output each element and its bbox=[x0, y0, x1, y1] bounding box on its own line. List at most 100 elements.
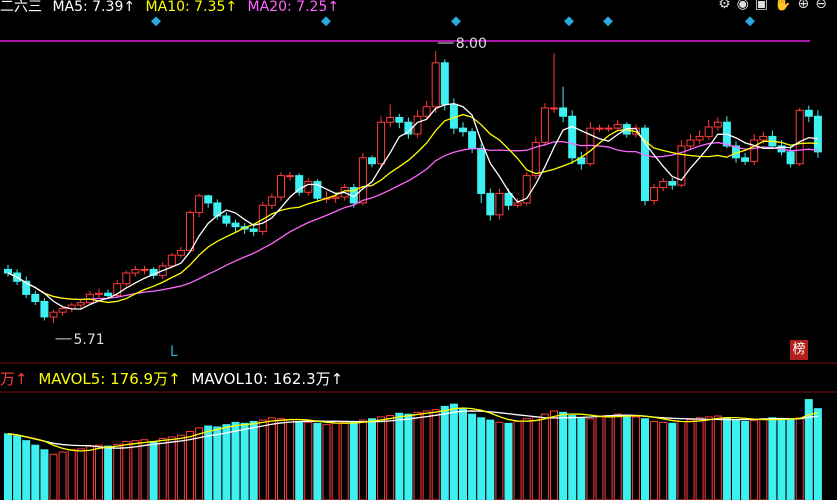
candle-body bbox=[358, 157, 367, 204]
volume-bar bbox=[631, 416, 640, 500]
ranking-badge[interactable]: 榜 bbox=[790, 340, 808, 360]
volume-bar bbox=[149, 441, 158, 500]
candle-body bbox=[431, 62, 440, 108]
volume-bar bbox=[377, 416, 386, 500]
event-diamond-icon bbox=[603, 16, 613, 27]
volume-bar bbox=[704, 416, 713, 500]
candle-body bbox=[377, 121, 386, 165]
volume-label: 万↑ bbox=[0, 370, 28, 388]
candle-body bbox=[368, 157, 376, 165]
volume-bar bbox=[85, 445, 94, 500]
candle-body bbox=[741, 157, 750, 162]
volume-bar bbox=[568, 415, 577, 500]
volume-bar bbox=[313, 422, 322, 500]
volume-bar bbox=[659, 421, 668, 500]
volume-bar bbox=[358, 419, 367, 500]
volume-bar bbox=[495, 421, 504, 500]
volume-bar bbox=[668, 422, 677, 500]
volume-bar bbox=[240, 422, 249, 500]
volume-bar bbox=[813, 408, 822, 500]
volume-bar bbox=[750, 420, 759, 500]
volume-bar bbox=[468, 413, 477, 500]
volume-bar bbox=[131, 440, 140, 500]
volume-bar bbox=[40, 449, 49, 500]
volume-bar bbox=[13, 435, 22, 500]
volume-bar bbox=[22, 440, 31, 500]
candle-body bbox=[167, 254, 176, 267]
event-diamond-icon bbox=[564, 16, 574, 27]
volume-bar bbox=[604, 415, 613, 500]
volume-bar bbox=[331, 422, 340, 500]
candle-body bbox=[604, 127, 613, 130]
volume-bar bbox=[340, 421, 349, 500]
volume-bar bbox=[395, 412, 404, 500]
volume-bar bbox=[304, 421, 313, 500]
candle-body bbox=[231, 222, 240, 228]
candle-body bbox=[422, 106, 431, 117]
ma5-label: MA5: 7.39↑ bbox=[52, 0, 136, 15]
candle-body bbox=[704, 126, 713, 137]
volume-bar bbox=[722, 417, 731, 500]
candle-body bbox=[659, 181, 668, 188]
volume-bar bbox=[222, 424, 231, 500]
volume-bar bbox=[504, 422, 513, 500]
gear-icon[interactable]: ⚙ bbox=[718, 0, 737, 12]
candle-body bbox=[759, 135, 768, 141]
volume-bar bbox=[158, 437, 167, 500]
candle-body bbox=[786, 151, 795, 165]
candle-body bbox=[804, 109, 813, 117]
candle-body bbox=[304, 181, 313, 193]
volume-bar bbox=[732, 419, 740, 500]
volume-bar bbox=[104, 445, 113, 500]
stock-chart: 8.00 5.71 L bbox=[0, 16, 837, 500]
volume-bar bbox=[404, 413, 413, 500]
volume-bar bbox=[204, 425, 213, 500]
candle-body bbox=[513, 202, 522, 206]
candle-body bbox=[795, 109, 804, 165]
volume-bar bbox=[641, 418, 649, 500]
candle-body bbox=[222, 215, 231, 224]
volume-bar bbox=[550, 410, 558, 500]
candle-body bbox=[695, 135, 704, 141]
volume-bar bbox=[440, 405, 449, 500]
candle-body bbox=[331, 196, 340, 199]
candle-body bbox=[195, 195, 204, 213]
volume-bar bbox=[231, 421, 240, 500]
volume-bar bbox=[286, 419, 295, 500]
candle-body bbox=[40, 301, 49, 318]
volume-bar bbox=[176, 434, 185, 500]
plus-icon[interactable]: ⊕ bbox=[798, 0, 816, 12]
hand-icon[interactable]: ✋ bbox=[774, 0, 797, 12]
minus-icon[interactable]: ⊖ bbox=[815, 0, 833, 12]
trash-icon[interactable]: ▣ bbox=[755, 0, 774, 12]
volume-bar bbox=[477, 417, 486, 500]
event-diamond-icon bbox=[451, 16, 461, 27]
stock-name: 二六三 bbox=[0, 0, 42, 15]
volume-bar bbox=[695, 417, 704, 500]
candle-body bbox=[140, 268, 149, 271]
volume-bar bbox=[76, 448, 85, 500]
volume-bar bbox=[249, 420, 258, 500]
volume-bar bbox=[459, 408, 467, 500]
volume-bar bbox=[486, 419, 495, 500]
price-header: 二六三 MA5: 7.39↑ MA10: 7.35↑ MA20: 7.25↑ bbox=[0, 0, 345, 15]
volume-bar bbox=[531, 416, 540, 500]
volume-bar bbox=[167, 436, 176, 500]
candle-body bbox=[277, 175, 285, 198]
volume-bar bbox=[795, 417, 804, 500]
candle-body bbox=[31, 293, 40, 302]
volume-bar bbox=[540, 413, 549, 500]
volume-bar bbox=[31, 444, 40, 500]
volume-bar bbox=[513, 420, 522, 500]
chart-toolbar: ⚙◉▣✋⊕⊖ bbox=[718, 0, 833, 12]
candle-body bbox=[559, 107, 568, 117]
candle-body bbox=[668, 181, 677, 186]
volume-bar bbox=[322, 424, 331, 500]
volume-bar bbox=[741, 420, 750, 500]
candle-body bbox=[386, 116, 395, 123]
candle-body bbox=[176, 249, 185, 256]
volume-bar bbox=[522, 418, 531, 500]
volume-bar bbox=[95, 444, 103, 500]
volume-bar bbox=[58, 451, 67, 500]
eye-icon[interactable]: ◉ bbox=[737, 0, 755, 12]
